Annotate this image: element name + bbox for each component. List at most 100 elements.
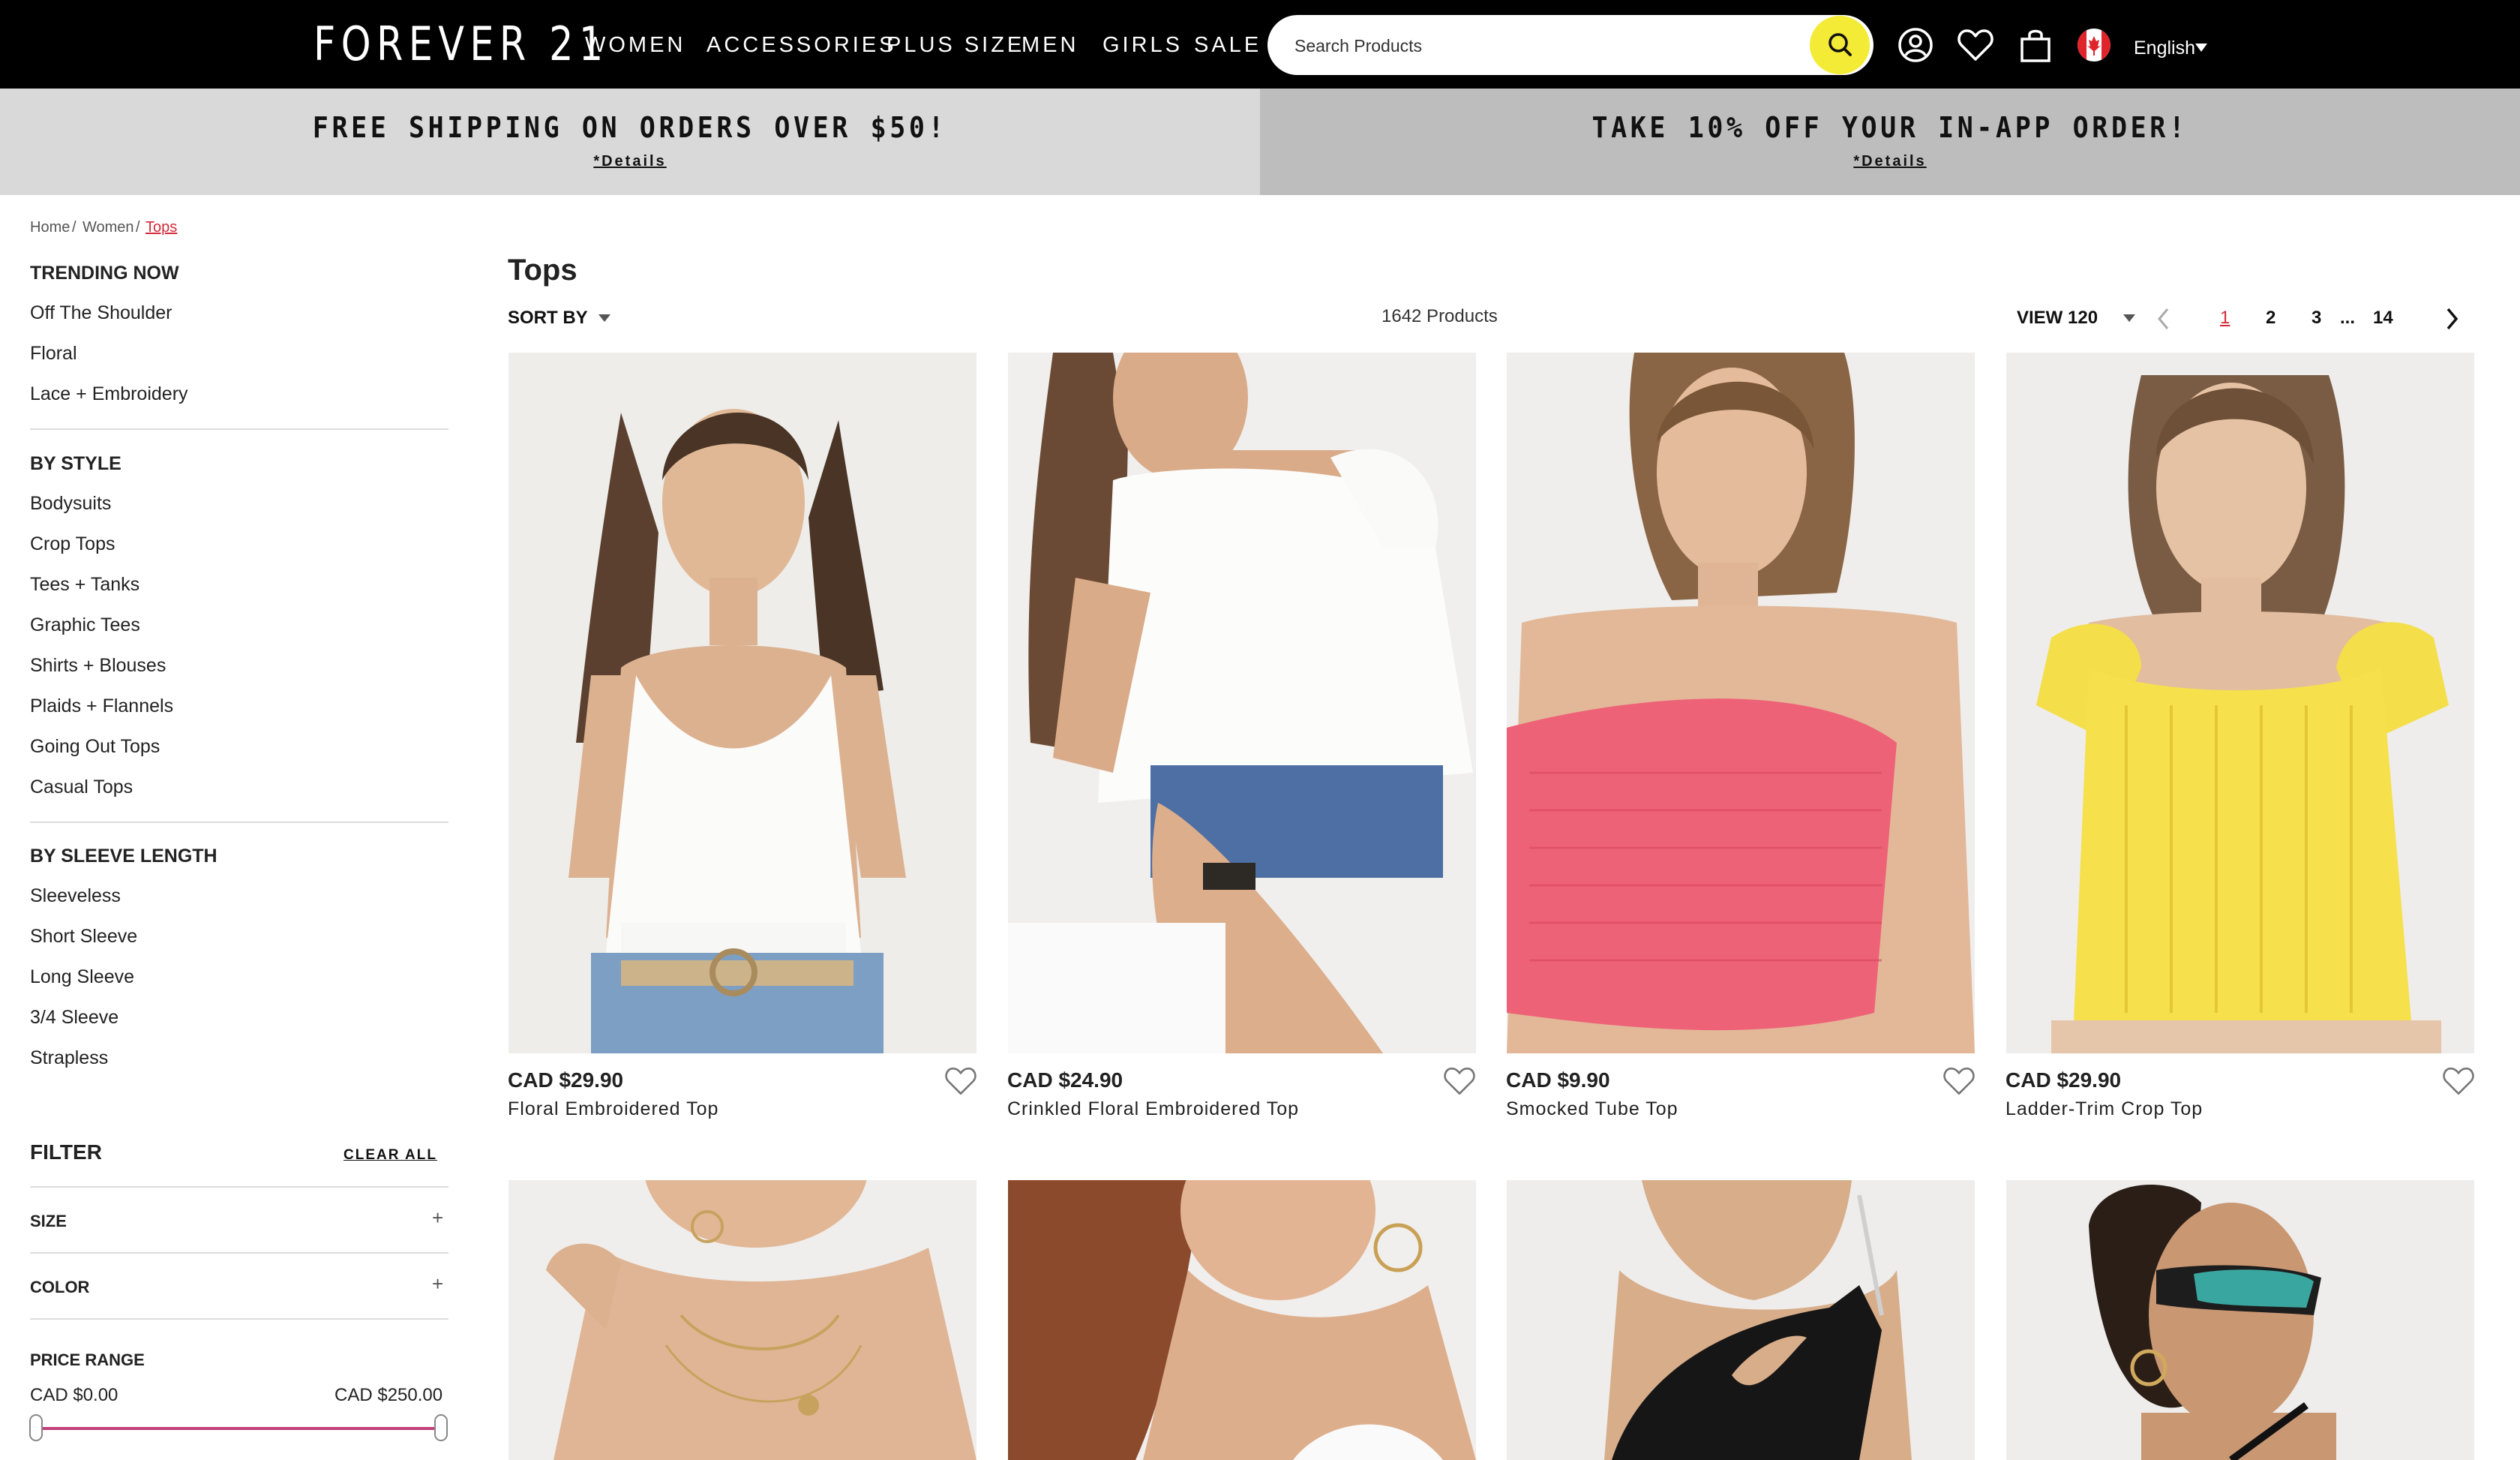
- previous-page-icon[interactable]: [2156, 306, 2172, 332]
- top-navigation-bar: FOREVER 21 WOMEN ACCESSORIES PLUS SIZE M…: [0, 0, 2520, 89]
- sidebar-item-going-out-tops[interactable]: Going Out Tops: [30, 736, 160, 758]
- sidebar-item-short-sleeve[interactable]: Short Sleeve: [30, 926, 137, 948]
- divider: [30, 428, 448, 430]
- view-count-dropdown[interactable]: VIEW 120: [2017, 308, 2098, 329]
- sidebar-item-plaids-flannels[interactable]: Plaids + Flannels: [30, 695, 173, 717]
- sidebar-item-sleeveless[interactable]: Sleeveless: [30, 885, 121, 907]
- product-price: CAD $29.90: [508, 1068, 624, 1092]
- expand-color-icon[interactable]: +: [432, 1272, 443, 1296]
- product-image[interactable]: [1008, 1180, 1476, 1460]
- promo-title: TAKE 10% OFF YOUR IN-APP ORDER!: [1592, 111, 2188, 144]
- page-title: Tops: [508, 254, 578, 287]
- sidebar-item-long-sleeve[interactable]: Long Sleeve: [30, 966, 134, 988]
- product-price: CAD $9.90: [1506, 1068, 1610, 1092]
- search-icon: [1828, 33, 1852, 56]
- breadcrumb-home[interactable]: Home: [30, 219, 70, 236]
- breadcrumb-separator: /: [72, 219, 76, 236]
- sort-by-dropdown[interactable]: SORT BY: [508, 308, 588, 329]
- sidebar-item-lace-embroidery[interactable]: Lace + Embroidery: [30, 383, 188, 405]
- by-sleeve-length-heading: BY SLEEVE LENGTH: [30, 846, 218, 867]
- language-selector[interactable]: English: [2134, 33, 2195, 63]
- page-3-link[interactable]: 3: [2312, 308, 2321, 329]
- clear-all-button[interactable]: CLEAR ALL: [344, 1147, 437, 1164]
- price-max-handle[interactable]: [434, 1414, 448, 1441]
- product-image[interactable]: [2006, 1180, 2474, 1460]
- cart-button[interactable]: [2016, 26, 2055, 65]
- product-image[interactable]: [508, 1180, 976, 1460]
- sidebar-item-casual-tops[interactable]: Casual Tops: [30, 777, 133, 798]
- divider: [30, 1186, 448, 1188]
- account-button[interactable]: [1896, 26, 1935, 65]
- product-name[interactable]: Ladder-Trim Crop Top: [2006, 1098, 2203, 1120]
- nav-link-sale[interactable]: SALE: [1194, 29, 1262, 62]
- divider: [30, 1252, 448, 1254]
- page-14-link[interactable]: 14: [2373, 308, 2393, 329]
- sidebar-item-bodysuits[interactable]: Bodysuits: [30, 493, 111, 515]
- product-image[interactable]: [1507, 1180, 1975, 1460]
- price-min-label: CAD $0.00: [30, 1385, 118, 1405]
- product-image[interactable]: [508, 353, 976, 1053]
- product-image[interactable]: [1507, 353, 1975, 1053]
- shopping-bag-icon: [2020, 29, 2050, 62]
- nav-link-accessories[interactable]: ACCESSORIES: [706, 29, 897, 62]
- sidebar-item-off-the-shoulder[interactable]: Off The Shoulder: [30, 302, 172, 324]
- product-name[interactable]: Floral Embroidered Top: [508, 1098, 718, 1120]
- trending-now-heading: TRENDING NOW: [30, 263, 179, 284]
- size-filter-toggle[interactable]: SIZE: [30, 1212, 67, 1231]
- pagination-ellipsis: ...: [2340, 308, 2356, 328]
- price-min-handle[interactable]: [29, 1414, 43, 1441]
- price-range-heading: PRICE RANGE: [30, 1350, 145, 1369]
- chevron-down-icon: [2195, 44, 2207, 52]
- divider: [30, 822, 448, 823]
- nav-link-men[interactable]: MEN: [1022, 29, 1078, 62]
- promo-banner-app: TAKE 10% OFF YOUR IN-APP ORDER! *Details: [1260, 89, 2520, 195]
- price-range-slider[interactable]: [29, 1414, 448, 1441]
- nav-link-women[interactable]: WOMEN: [585, 29, 686, 62]
- filter-heading: FILTER: [30, 1140, 102, 1164]
- favorite-heart-icon[interactable]: [2442, 1065, 2475, 1097]
- product-name[interactable]: Crinkled Floral Embroidered Top: [1007, 1098, 1299, 1120]
- sidebar-item-tees-tanks[interactable]: Tees + Tanks: [30, 574, 140, 596]
- price-max-label: CAD $250.00: [334, 1385, 443, 1405]
- sidebar-item-graphic-tees[interactable]: Graphic Tees: [30, 614, 140, 636]
- favorite-heart-icon[interactable]: [1942, 1065, 1976, 1097]
- chevron-down-icon: [2123, 314, 2135, 322]
- chevron-down-icon: [598, 314, 610, 322]
- sidebar-item-three-quarter-sleeve[interactable]: 3/4 Sleeve: [30, 1007, 118, 1029]
- sidebar-item-shirts-blouses[interactable]: Shirts + Blouses: [30, 655, 166, 677]
- heart-icon: [1958, 29, 1994, 61]
- forever21-logo[interactable]: FOREVER 21: [314, 9, 609, 80]
- promo-title: FREE SHIPPING ON ORDERS OVER $50!: [312, 111, 948, 144]
- product-price: CAD $24.90: [1007, 1068, 1124, 1092]
- breadcrumb-tops[interactable]: Tops: [146, 219, 177, 236]
- promo-details-link[interactable]: *Details: [0, 153, 1260, 170]
- favorite-heart-icon[interactable]: [1443, 1065, 1476, 1097]
- promo-banner-shipping: FREE SHIPPING ON ORDERS OVER $50! *Detai…: [0, 89, 1260, 195]
- breadcrumb-women[interactable]: Women: [82, 219, 134, 236]
- sidebar-item-floral[interactable]: Floral: [30, 343, 77, 365]
- favorite-heart-icon[interactable]: [944, 1065, 977, 1097]
- divider: [30, 1318, 448, 1320]
- product-image[interactable]: [2006, 353, 2474, 1053]
- nav-link-plus-size[interactable]: PLUS SIZE: [886, 29, 1024, 62]
- page-2-link[interactable]: 2: [2266, 308, 2276, 329]
- canada-flag-icon[interactable]: [2078, 29, 2110, 62]
- product-name[interactable]: Smocked Tube Top: [1506, 1098, 1678, 1120]
- search-button[interactable]: [1810, 16, 1870, 74]
- page-1-link[interactable]: 1: [2220, 308, 2230, 329]
- wishlist-button[interactable]: [1956, 26, 1995, 65]
- product-price: CAD $29.90: [2006, 1068, 2122, 1092]
- search-bar: [1268, 15, 1874, 75]
- sidebar-item-strapless[interactable]: Strapless: [30, 1047, 108, 1069]
- nav-link-girls[interactable]: GIRLS: [1102, 29, 1183, 62]
- product-count: 1642 Products: [1382, 306, 1498, 326]
- product-image[interactable]: [1008, 353, 1476, 1053]
- color-filter-toggle[interactable]: COLOR: [30, 1278, 89, 1297]
- sidebar-item-crop-tops[interactable]: Crop Tops: [30, 533, 116, 555]
- price-range-fill: [36, 1427, 441, 1430]
- user-icon: [1898, 28, 1933, 62]
- next-page-icon[interactable]: [2444, 306, 2460, 332]
- search-input[interactable]: [1293, 27, 1776, 65]
- promo-details-link[interactable]: *Details: [1260, 153, 2520, 170]
- expand-size-icon[interactable]: +: [432, 1206, 443, 1230]
